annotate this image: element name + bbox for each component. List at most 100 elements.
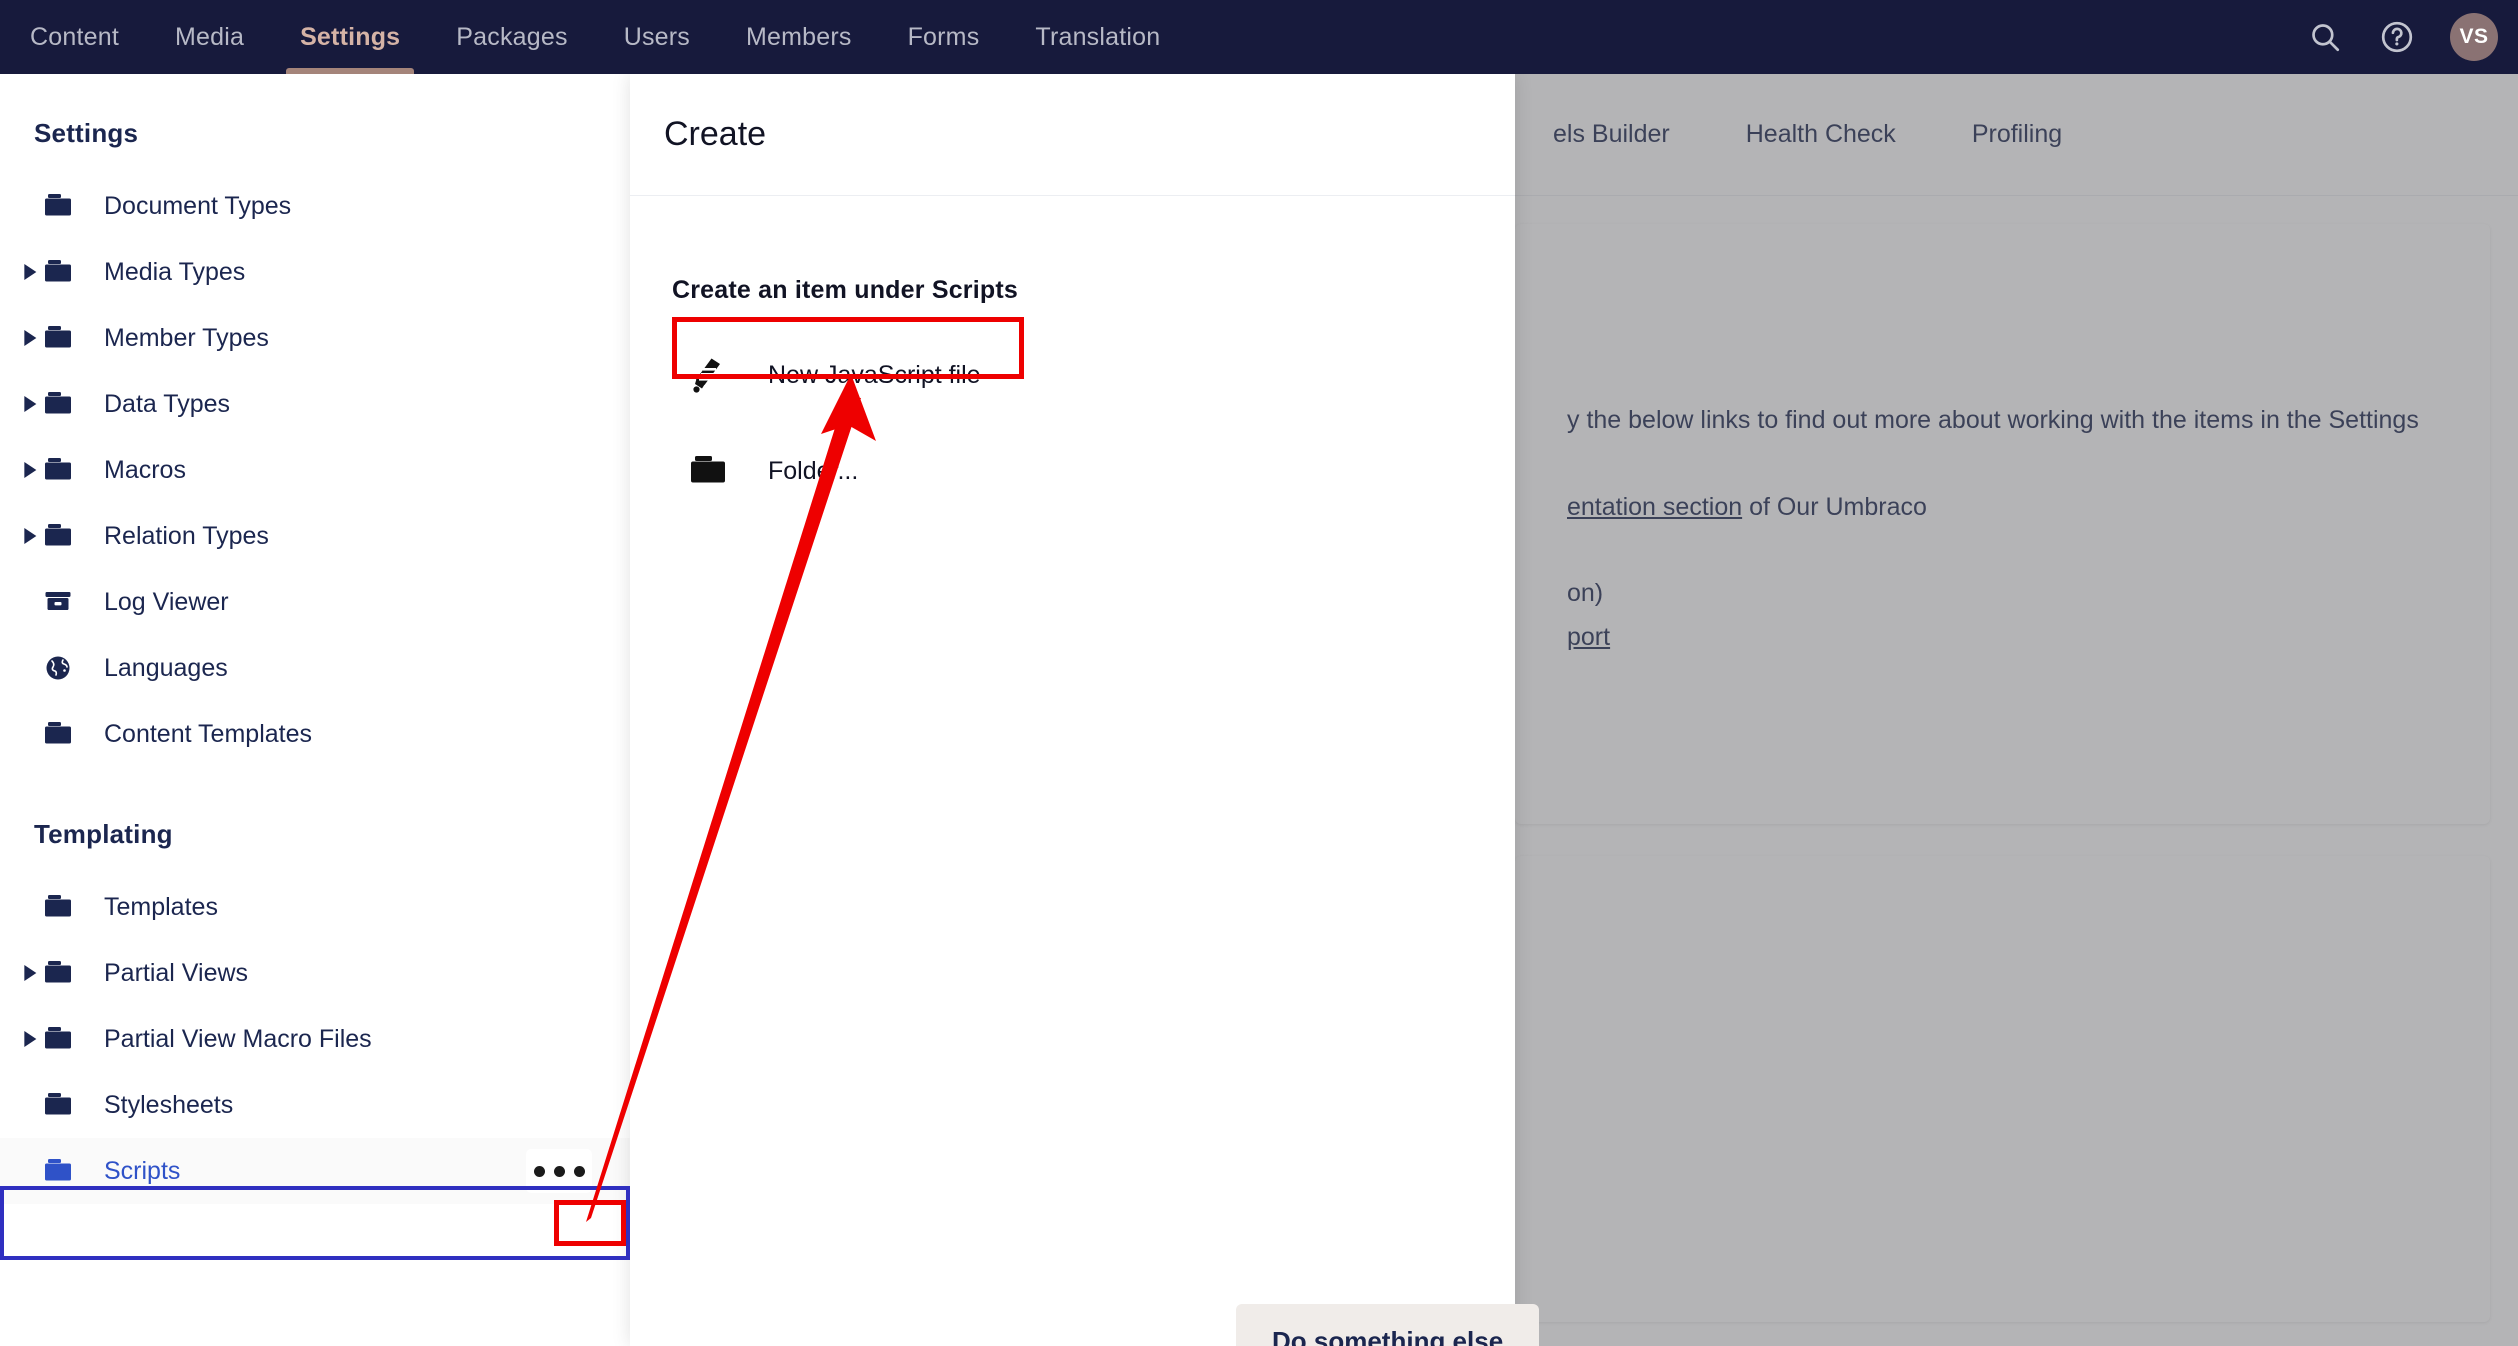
- nav-item-packages[interactable]: Packages: [428, 0, 595, 74]
- nav-item-settings[interactable]: Settings: [272, 0, 428, 74]
- chevron-right-icon[interactable]: [18, 528, 44, 544]
- nav-item-members[interactable]: Members: [718, 0, 880, 74]
- archive-box-icon: [44, 589, 90, 615]
- report-link[interactable]: port: [1567, 623, 1610, 651]
- documentation-section-link[interactable]: entation section: [1567, 493, 1742, 521]
- new-folder-option[interactable]: Folder...: [672, 435, 1481, 507]
- folder-icon: [44, 193, 90, 219]
- sidebar-item-label: Log Viewer: [104, 587, 229, 616]
- ellipsis-dot: [533, 1165, 545, 1177]
- sidebar-item-label: Macros: [104, 455, 186, 484]
- folder-icon: [44, 1158, 90, 1184]
- chevron-right-icon[interactable]: [18, 462, 44, 478]
- folder-icon: [44, 894, 90, 920]
- chevron-right-icon[interactable]: [18, 396, 44, 412]
- chevron-right-icon: [18, 1163, 44, 1179]
- sidebar-options-button[interactable]: [526, 1149, 592, 1193]
- create-option-label: Folder...: [768, 456, 859, 485]
- new-javascript-file-option[interactable]: New JavaScript file: [672, 339, 1481, 411]
- sidebar-group-heading-templating: Templating: [34, 819, 173, 849]
- create-panel-subtitle: Create an item under Scripts: [672, 276, 1018, 304]
- create-panel-body: Create an item under Scripts New JavaScr…: [630, 196, 1515, 507]
- dashboard-line-a: on): [1567, 578, 1604, 607]
- nav-item-users[interactable]: Users: [596, 0, 718, 74]
- help-circle-icon[interactable]: [2378, 18, 2416, 56]
- top-navigation-bar: Content Media Settings Packages Users Me…: [0, 0, 2518, 74]
- folder-icon: [44, 1092, 90, 1118]
- chevron-right-icon: [18, 660, 44, 676]
- chevron-right-icon: [18, 198, 44, 214]
- sidebar-item-log-viewer[interactable]: Log Viewer: [0, 569, 630, 635]
- sidebar-item-templates[interactable]: Templates: [0, 874, 630, 940]
- search-icon[interactable]: [2306, 18, 2344, 56]
- sidebar-item-label: Templates: [104, 892, 218, 921]
- settings-dashboard-card-secondary: [1515, 856, 2490, 1322]
- nav-item-forms[interactable]: Forms: [880, 0, 1008, 74]
- sidebar-item-partial-view-macro-files[interactable]: Partial View Macro Files: [0, 1006, 630, 1072]
- folder-icon: [44, 960, 90, 986]
- avatar[interactable]: VS: [2450, 13, 2498, 61]
- settings-sidebar-tree: Settings Document Types Media Types Memb…: [0, 74, 630, 1346]
- chevron-right-icon: [18, 1097, 44, 1113]
- sidebar-item-macros[interactable]: Macros: [0, 437, 630, 503]
- folder-icon: [44, 523, 90, 549]
- sidebar-item-label: Stylesheets: [104, 1090, 234, 1119]
- sidebar-item-label: Partial Views: [104, 958, 249, 987]
- chevron-right-icon[interactable]: [18, 330, 44, 346]
- sidebar-item-stylesheets[interactable]: Stylesheets: [0, 1072, 630, 1138]
- chevron-right-icon: [18, 594, 44, 610]
- folder-icon: [44, 721, 90, 747]
- sidebar-group-settings: Document Types Media Types Member Types …: [0, 173, 630, 767]
- nav-item-content[interactable]: Content: [0, 0, 147, 74]
- dashboard-link-line: entation section of Our Umbraco: [1567, 486, 2438, 530]
- folder-icon: [44, 259, 90, 285]
- sidebar-item-label: Content Templates: [104, 719, 312, 748]
- sidebar-item-content-templates[interactable]: Content Templates: [0, 701, 630, 767]
- sidebar-item-label: Languages: [104, 653, 228, 682]
- folder-icon: [672, 454, 746, 488]
- sidebar-item-label: Document Types: [104, 191, 292, 220]
- dashboard-line-b: port: [1567, 616, 2438, 660]
- documentation-link-suffix: of Our Umbraco: [1742, 493, 1927, 521]
- umbraco-backoffice-screen: els Builder Health Check Profiling y the…: [0, 0, 2518, 1346]
- chevron-right-icon[interactable]: [18, 1031, 44, 1047]
- chevron-right-icon[interactable]: [18, 965, 44, 981]
- sidebar-group-divider: [0, 767, 630, 819]
- sidebar-item-label: Relation Types: [104, 521, 269, 550]
- folder-icon: [44, 1026, 90, 1052]
- sidebar-item-label: Media Types: [104, 257, 246, 286]
- globe-icon: [44, 654, 90, 682]
- create-panel: Create Create an item under Scripts New …: [630, 74, 1515, 1346]
- sidebar-item-data-types[interactable]: Data Types: [0, 371, 630, 437]
- chevron-right-icon[interactable]: [18, 264, 44, 280]
- dashboard-paragraph: y the below links to find out more about…: [1567, 406, 2419, 434]
- ellipsis-dot: [553, 1165, 565, 1177]
- sidebar-item-media-types[interactable]: Media Types: [0, 239, 630, 305]
- sidebar-item-document-types[interactable]: Document Types: [0, 173, 630, 239]
- sidebar-item-member-types[interactable]: Member Types: [0, 305, 630, 371]
- folder-icon: [44, 391, 90, 417]
- top-navigation-actions: VS: [2306, 0, 2498, 74]
- create-option-label: New JavaScript file: [768, 360, 981, 389]
- sidebar-title: Settings: [34, 118, 139, 148]
- settings-dashboard-card: y the below links to find out more about…: [1515, 224, 2490, 824]
- do-something-else-button[interactable]: Do something else: [1236, 1304, 1540, 1346]
- create-panel-title: Create: [664, 115, 767, 153]
- ellipsis-dot: [573, 1165, 585, 1177]
- sidebar-item-label: Scripts: [104, 1156, 181, 1185]
- tab-models-builder[interactable]: els Builder: [1515, 120, 1708, 149]
- tab-profiling[interactable]: Profiling: [1934, 120, 2100, 149]
- sidebar-item-label: Data Types: [104, 389, 231, 418]
- nav-item-translation[interactable]: Translation: [1007, 0, 1188, 74]
- sidebar-item-languages[interactable]: Languages: [0, 635, 630, 701]
- sidebar-item-label: Partial View Macro Files: [104, 1024, 372, 1053]
- background-tab-bar: els Builder Health Check Profiling: [1515, 74, 2518, 196]
- javascript-file-icon: [672, 355, 746, 395]
- tab-health-check[interactable]: Health Check: [1708, 120, 1934, 149]
- nav-item-media[interactable]: Media: [147, 0, 272, 74]
- sidebar-item-label: Member Types: [104, 323, 269, 352]
- chevron-right-icon: [18, 899, 44, 915]
- sidebar-item-partial-views[interactable]: Partial Views: [0, 940, 630, 1006]
- sidebar-item-relation-types[interactable]: Relation Types: [0, 503, 630, 569]
- sidebar-item-scripts[interactable]: Scripts: [0, 1138, 630, 1204]
